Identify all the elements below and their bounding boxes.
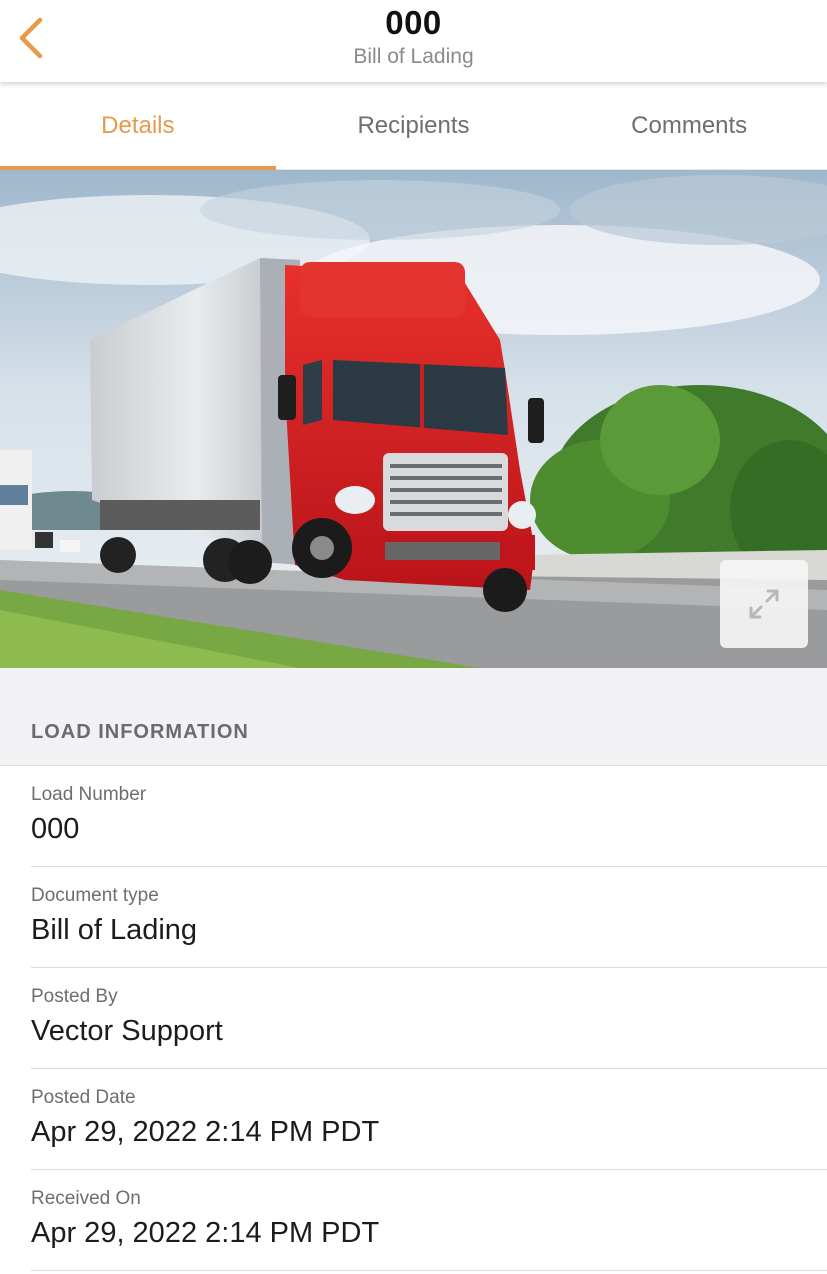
field-document-type: Document type Bill of Lading [31,867,827,968]
top-navigation-bar: 000 Bill of Lading [0,0,827,82]
field-label: Load Number [31,784,147,805]
page-title: 000 [385,4,442,41]
field-label: Posted Date [31,1087,136,1108]
field-load-number: Load Number 000 [31,766,827,867]
field-value: Apr 29, 2022 2:14 PM PDT [31,1116,380,1148]
field-label: Posted By [31,986,118,1007]
expand-image-button[interactable] [720,560,808,648]
field-received-on: Received On Apr 29, 2022 2:14 PM PDT [31,1170,827,1271]
page-subtitle: Bill of Lading [353,45,474,68]
expand-icon [749,589,779,619]
field-label: Received On [31,1188,141,1209]
truck-photo [0,170,827,668]
field-posted-by: Posted By Vector Support [31,968,827,1069]
field-value: 000 [31,813,80,845]
field-label: Document type [31,885,159,906]
tab-details[interactable]: Details [0,82,276,170]
tab-recipients[interactable]: Recipients [276,82,552,169]
tab-comments[interactable]: Comments [551,82,827,169]
tab-bar: Details Recipients Comments [0,82,827,170]
load-information-list: Load Number 000 Document type Bill of La… [0,766,827,1271]
document-image[interactable] [0,170,827,668]
field-value: Vector Support [31,1015,223,1047]
section-title: LOAD INFORMATION [31,721,249,743]
field-value: Apr 29, 2022 2:14 PM PDT [31,1217,380,1249]
load-information-section-header: LOAD INFORMATION [0,668,827,766]
field-posted-date: Posted Date Apr 29, 2022 2:14 PM PDT [31,1069,827,1170]
field-value: Bill of Lading [31,914,198,946]
